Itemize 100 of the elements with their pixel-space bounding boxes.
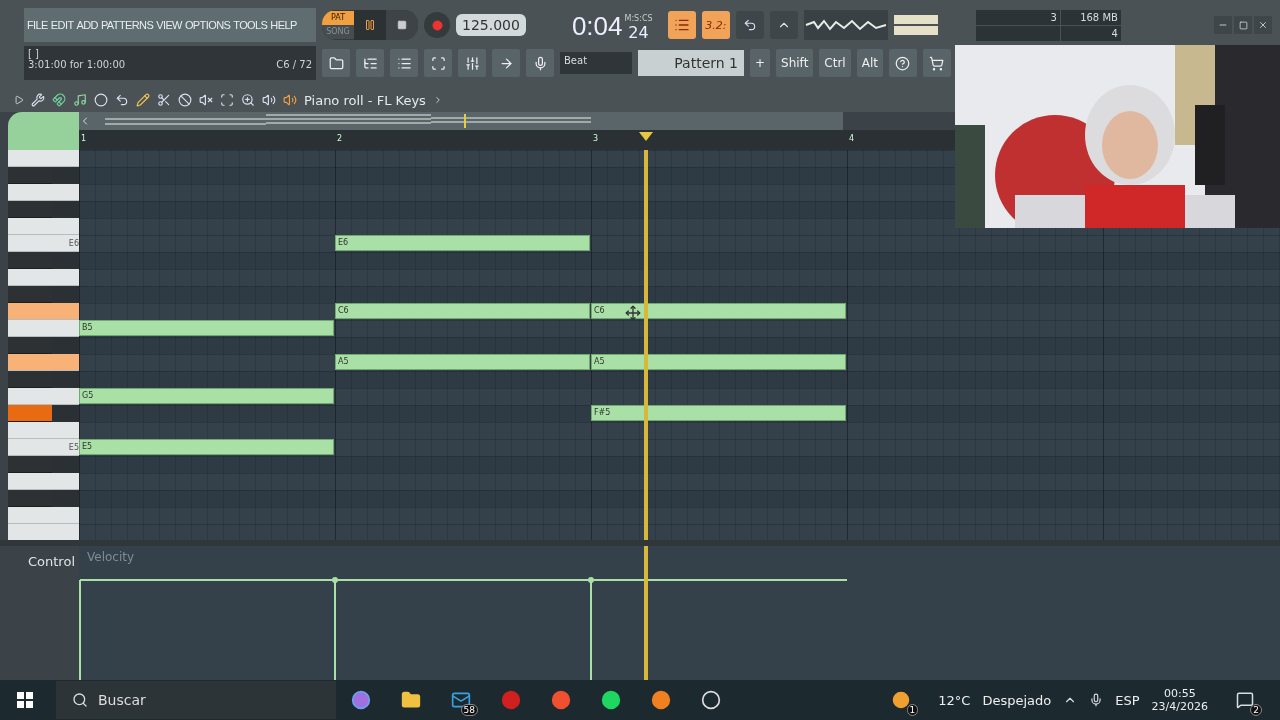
- app-icon: [701, 690, 721, 710]
- piano-key[interactable]: E5: [8, 439, 79, 456]
- mixer-icon[interactable]: [458, 49, 486, 77]
- minimize-button[interactable]: [1214, 16, 1232, 34]
- notification-button[interactable]: 2: [1220, 680, 1270, 720]
- app-icon: [351, 690, 371, 710]
- note-block[interactable]: C6: [591, 303, 846, 319]
- menu-item[interactable]: OPTIONS: [184, 18, 231, 32]
- delete-icon[interactable]: [178, 93, 192, 107]
- menu-item[interactable]: FILE: [27, 18, 48, 32]
- modifier-key[interactable]: Shift: [776, 49, 814, 77]
- search-icon: [72, 692, 88, 708]
- time-format: M:S:CS: [624, 14, 653, 23]
- cpu-value: 3: [975, 9, 1060, 25]
- record-icon: [431, 19, 443, 31]
- control-label[interactable]: Control: [28, 554, 75, 672]
- menu-item[interactable]: ADD: [76, 18, 98, 32]
- close-icon: [1258, 20, 1268, 30]
- mail-badge: 58: [460, 704, 478, 716]
- hint-text: 3:01:00 for 1:00:00: [28, 59, 126, 70]
- note-block[interactable]: E6: [335, 235, 590, 251]
- app-icon: [501, 690, 521, 710]
- note-block[interactable]: F#5: [591, 405, 846, 421]
- bar-number: 1: [81, 134, 87, 143]
- list-icon: [673, 17, 690, 33]
- frame-icon: [430, 55, 446, 71]
- note-block[interactable]: A5: [335, 354, 590, 370]
- stop-button[interactable]: [386, 10, 418, 40]
- polyphony-value: 4: [1060, 25, 1121, 41]
- menu-item[interactable]: EDIT: [50, 18, 74, 32]
- note-block[interactable]: C6: [335, 303, 590, 319]
- menu-item[interactable]: PATTERNS: [100, 18, 154, 32]
- pause-icon: [364, 19, 376, 31]
- taskbar-app[interactable]: 58: [436, 680, 486, 720]
- notification-icon: [1236, 691, 1254, 709]
- music-note-icon[interactable]: [73, 93, 87, 107]
- wrench-icon[interactable]: [31, 93, 45, 107]
- app-icon: [651, 690, 671, 710]
- menu-item[interactable]: TOOLS: [233, 18, 268, 32]
- mic-icon: [532, 55, 548, 71]
- add-pattern-button[interactable]: +: [750, 49, 771, 77]
- record-button[interactable]: [424, 12, 450, 38]
- note-block[interactable]: G5: [79, 388, 334, 404]
- playhead-marker[interactable]: [639, 132, 653, 142]
- cart-icon[interactable]: [922, 49, 951, 77]
- scissors-icon[interactable]: [157, 93, 171, 107]
- note-block[interactable]: E5: [79, 439, 334, 455]
- piano-key[interactable]: E6: [8, 235, 79, 252]
- output-meter: [893, 15, 938, 35]
- snap-dropdown[interactable]: Beat: [560, 52, 632, 74]
- mode-toggle[interactable]: PAT: [322, 11, 354, 25]
- menu-item[interactable]: VIEW: [156, 18, 182, 32]
- browser-icon[interactable]: [322, 49, 350, 77]
- piano-key[interactable]: [8, 405, 52, 422]
- app-icon: [551, 690, 571, 710]
- menu-item[interactable]: HELP: [270, 18, 297, 32]
- loop-arrow-icon: [742, 18, 757, 32]
- question-icon: [895, 55, 911, 71]
- hint-brackets: [ ]: [28, 48, 40, 59]
- weather-badge: 1: [906, 704, 919, 716]
- loop-icon[interactable]: [735, 11, 764, 39]
- time-display: 0:04: [571, 11, 623, 42]
- stop-icon: [397, 20, 407, 30]
- close-button[interactable]: [1254, 16, 1272, 34]
- key-label: E6: [68, 238, 79, 248]
- help-icon[interactable]: [888, 49, 917, 77]
- weather-button[interactable]: 1: [876, 680, 927, 720]
- search-placeholder: Buscar: [98, 692, 146, 708]
- clock-date: 23/4/2026: [1151, 700, 1208, 713]
- modifier-key[interactable]: Ctrl: [819, 49, 851, 77]
- list-icon: [396, 55, 412, 71]
- speaker-icon[interactable]: [262, 93, 276, 107]
- tempo-field[interactable]: 125.000: [456, 14, 526, 36]
- temperature: 12°C: [938, 692, 971, 708]
- play-icon[interactable]: [14, 95, 24, 105]
- maximize-button[interactable]: [1234, 16, 1252, 34]
- language-indicator[interactable]: ESP: [1115, 692, 1140, 708]
- snap-button[interactable]: 3.2:: [701, 11, 730, 39]
- magnet-icon[interactable]: [52, 93, 66, 107]
- modifier-key[interactable]: Alt: [856, 49, 883, 77]
- notification-badge: 2: [1250, 704, 1262, 716]
- zoom-icon[interactable]: [241, 93, 255, 107]
- bar-number: 4: [849, 134, 855, 143]
- select-icon[interactable]: [220, 93, 234, 107]
- taskbar-search[interactable]: Buscar: [56, 681, 336, 719]
- parameter-label: Velocity: [87, 550, 135, 564]
- weather-icon: [892, 691, 911, 709]
- note-block[interactable]: A5: [591, 354, 846, 370]
- microphone-icon[interactable]: [526, 49, 554, 77]
- speaker-icon[interactable]: [283, 93, 297, 107]
- pattern-selector[interactable]: Pattern 1: [638, 50, 744, 76]
- undo-icon[interactable]: [115, 93, 129, 107]
- window-title: Piano roll - FL Keys: [304, 92, 426, 108]
- clock-time: 00:55: [1163, 687, 1196, 700]
- sliders-icon: [464, 55, 480, 71]
- pause-button[interactable]: [354, 10, 386, 40]
- mute-icon[interactable]: [199, 93, 213, 107]
- pencil-icon[interactable]: [136, 93, 150, 107]
- note-block[interactable]: B5: [79, 320, 334, 336]
- microphone-icon[interactable]: [1089, 693, 1104, 707]
